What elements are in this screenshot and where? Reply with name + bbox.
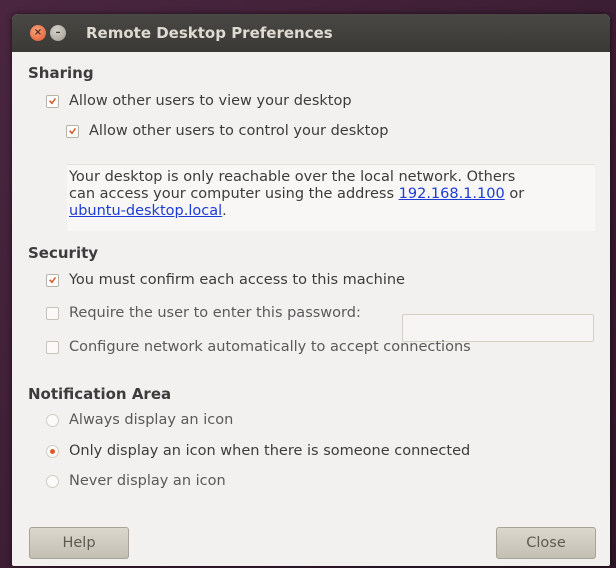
- dialog-content: Sharing Allow other users to view your d…: [12, 52, 610, 566]
- allow-view-checkbox-row[interactable]: Allow other users to view your desktop: [46, 93, 352, 109]
- always-display-label: Always display an icon: [69, 412, 234, 428]
- allow-view-checkbox[interactable]: [46, 94, 59, 108]
- info-line-3: ubuntu-desktop.local.: [69, 203, 595, 220]
- require-password-label: Require the user to enter this password:: [69, 305, 361, 321]
- never-display-radio-row[interactable]: Never display an icon: [46, 473, 226, 489]
- notification-heading: Notification Area: [28, 385, 172, 403]
- security-heading: Security: [28, 244, 99, 262]
- titlebar[interactable]: × – Remote Desktop Preferences: [12, 14, 610, 52]
- always-display-radio-row[interactable]: Always display an icon: [46, 412, 233, 428]
- password-input[interactable]: [402, 314, 594, 342]
- info-or-text: or: [504, 186, 525, 202]
- configure-network-checkbox-row[interactable]: Configure network automatically to accep…: [46, 339, 471, 355]
- confirm-access-label: You must confirm each access to this mac…: [69, 272, 405, 288]
- allow-control-checkbox-row[interactable]: Allow other users to control your deskto…: [66, 123, 388, 139]
- desktop-background: × – Remote Desktop Preferences Sharing A…: [0, 0, 616, 568]
- require-password-checkbox[interactable]: [46, 306, 59, 320]
- hostname-link[interactable]: ubuntu-desktop.local: [69, 203, 222, 219]
- allow-control-label: Allow other users to control your deskto…: [89, 123, 389, 139]
- never-display-radio[interactable]: [46, 474, 59, 488]
- info-line-2-text: can access your computer using the addre…: [69, 186, 399, 202]
- configure-network-label: Configure network automatically to accep…: [69, 339, 471, 355]
- allow-view-label: Allow other users to view your desktop: [69, 93, 352, 109]
- configure-network-checkbox[interactable]: [46, 340, 59, 354]
- ip-address-link[interactable]: 192.168.1.100: [399, 186, 505, 202]
- require-password-checkbox-row[interactable]: Require the user to enter this password:: [46, 305, 361, 321]
- only-connected-label: Only display an icon when there is someo…: [69, 443, 471, 459]
- sharing-heading: Sharing: [28, 64, 94, 82]
- preferences-window: × – Remote Desktop Preferences Sharing A…: [12, 14, 610, 566]
- close-button[interactable]: Close: [496, 527, 596, 559]
- always-display-radio[interactable]: [46, 413, 59, 427]
- info-line-2: can access your computer using the addre…: [69, 186, 595, 203]
- confirm-access-checkbox-row[interactable]: You must confirm each access to this mac…: [46, 272, 405, 288]
- window-title: Remote Desktop Preferences: [86, 24, 333, 42]
- never-display-label: Never display an icon: [69, 473, 226, 489]
- only-connected-radio[interactable]: [46, 444, 59, 458]
- help-button[interactable]: Help: [29, 527, 129, 559]
- only-connected-radio-row[interactable]: Only display an icon when there is someo…: [46, 443, 470, 459]
- allow-control-checkbox[interactable]: [66, 124, 79, 138]
- close-window-icon[interactable]: ×: [30, 25, 46, 41]
- info-period: .: [222, 203, 227, 219]
- sharing-info-text: Your desktop is only reachable over the …: [67, 164, 595, 231]
- info-line-1: Your desktop is only reachable over the …: [69, 169, 516, 185]
- confirm-access-checkbox[interactable]: [46, 273, 59, 287]
- minimize-window-icon[interactable]: –: [50, 25, 66, 41]
